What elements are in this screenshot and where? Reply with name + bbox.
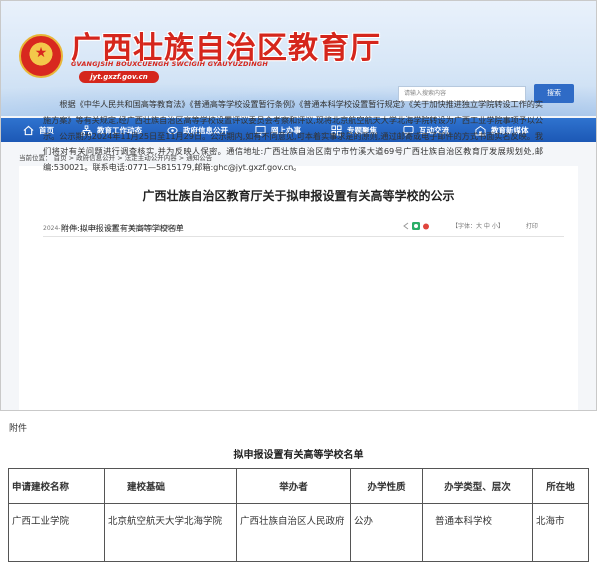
- font-size-control[interactable]: 【字体：大 中 小】: [452, 221, 504, 230]
- column-header: 所在地: [532, 468, 589, 504]
- attachment-list-title: 拟申报设置有关高等学校名单: [233, 450, 364, 461]
- share-buttons[interactable]: [402, 221, 432, 230]
- attachment-label: 附件: [9, 424, 28, 434]
- table-header-row: 申请建校名称 建校基础 举办者 办学性质 办学类型、层次 所在地: [8, 468, 589, 504]
- site-roman-title: GVANGJSIH BOUXCUENGH SWCIGIH GYAUYUZDING…: [71, 60, 269, 68]
- print-button[interactable]: 打印: [526, 221, 538, 230]
- column-header: 办学类型、层次: [422, 468, 533, 504]
- article-attachment-link[interactable]: 附件:拟申报设置有关高等学校名单: [61, 223, 184, 234]
- article-divider: [43, 236, 564, 237]
- article-body: 根据《中华人民共和国高等教育法》《普通高等学校设置暂行条例》《普通本科学校设置暂…: [43, 99, 543, 173]
- site-domain: jyt.gxzf.gov.cn: [79, 71, 159, 83]
- table-cell: 公办: [350, 503, 423, 562]
- home-icon: [23, 125, 34, 136]
- column-header: 建校基础: [104, 468, 237, 504]
- website-screenshot: ★ 广西壮族自治区教育厅 GVANGJSIH BOUXCUENGH SWCIGI…: [0, 0, 597, 411]
- share-icon[interactable]: [402, 222, 410, 230]
- table-cell: 北京航空航天大学北海学院: [104, 503, 237, 562]
- table-cell: 普通本科学校: [422, 503, 533, 562]
- column-header: 举办者: [236, 468, 351, 504]
- table-cell: 北海市: [532, 503, 589, 562]
- column-header: 办学性质: [350, 468, 423, 504]
- article-panel: 广西壮族自治区教育厅关于拟申报设置有关高等学校的公示 2024-11-25 17…: [19, 166, 578, 410]
- wechat-icon[interactable]: [412, 221, 420, 230]
- school-list-table: 申请建校名称 建校基础 举办者 办学性质 办学类型、层次 所在地 广西工业学院 …: [8, 468, 589, 562]
- table-cell: 广西壮族自治区人民政府: [236, 503, 351, 562]
- table-cell: 广西工业学院: [8, 503, 105, 562]
- column-header: 申请建校名称: [8, 468, 105, 504]
- table-row: 广西工业学院 北京航空航天大学北海学院 广西壮族自治区人民政府 公办 普通本科学…: [8, 503, 589, 562]
- article-tools: 【字体：大 中 小】 打印: [402, 221, 538, 230]
- weibo-icon[interactable]: [422, 222, 430, 230]
- article-title: 广西壮族自治区教育厅关于拟申报设置有关高等学校的公示: [142, 189, 455, 203]
- national-emblem-icon: ★: [19, 34, 63, 78]
